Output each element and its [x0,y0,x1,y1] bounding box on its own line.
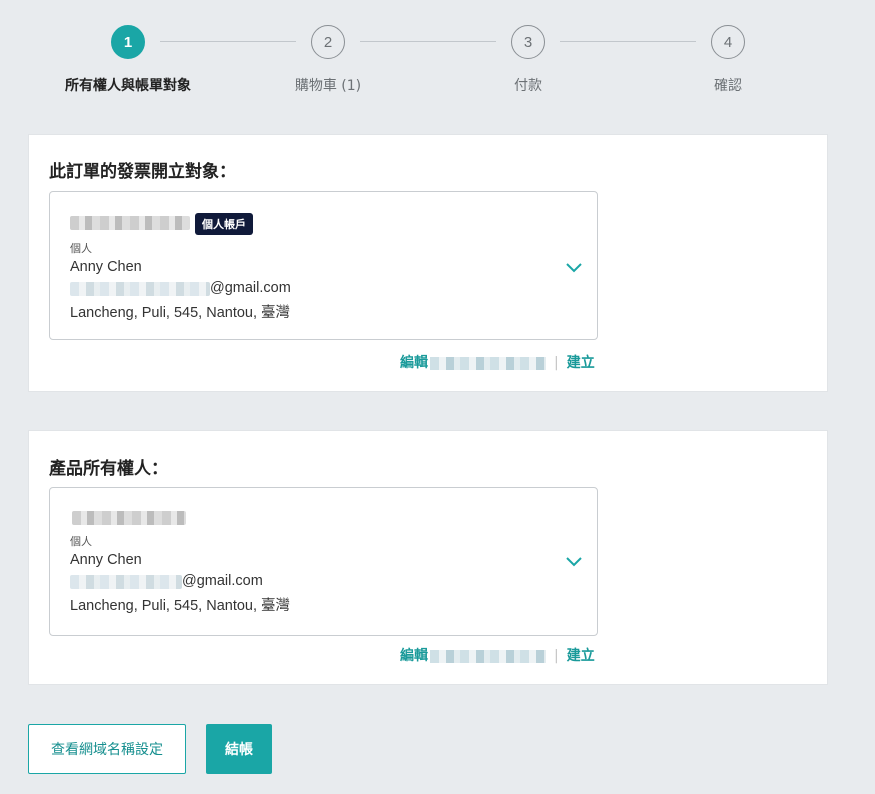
redacted-link-text [430,649,546,663]
link-separator: | [554,648,559,664]
step-3-circle: 3 [511,25,545,59]
step-2-circle: 2 [311,25,345,59]
step-connector [360,41,496,42]
create-owner-link[interactable]: 建立 [567,648,595,664]
contact-address: Lancheng, Puli, 545, Nantou, 臺灣 [70,598,291,614]
step-connector [160,41,296,42]
step-2-label: 購物車 (1) [294,78,362,94]
chevron-down-icon[interactable] [565,555,583,567]
billing-card: 此訂單的發票開立對象： 個人帳戶 個人 Anny Chen @gmail.com… [28,134,828,392]
redacted-email [70,282,210,296]
link-separator: | [554,355,559,371]
step-1-circle: 1 [111,25,145,59]
redacted-contact-name [72,511,186,525]
edit-billing-link[interactable]: 編輯 [400,355,428,371]
redacted-link-text [430,356,546,370]
contact-name: Anny Chen [70,259,142,275]
step-4-label: 確認 [714,78,742,94]
billing-links: 編輯 | 建立 [400,352,595,372]
step-3-label: 付款 [514,78,542,94]
checkout-button[interactable]: 結帳 [206,724,272,774]
redacted-email [70,575,182,589]
personal-account-badge: 個人帳戶 [195,213,253,235]
view-domain-settings-button[interactable]: 查看網域名稱設定 [28,724,186,774]
step-1-label: 所有權人與帳單對象 [65,78,191,94]
owner-links: 編輯 | 建立 [400,645,595,665]
contact-address: Lancheng, Puli, 545, Nantou, 臺灣 [70,305,291,321]
owner-card: 產品所有權人： 個人 Anny Chen @gmail.com Lancheng… [28,430,828,685]
contact-type: 個人 [70,242,92,255]
contact-email-domain: @gmail.com [210,280,291,296]
owner-title: 產品所有權人： [49,459,168,479]
contact-type: 個人 [70,535,92,548]
redacted-contact-name [70,216,190,230]
chevron-down-icon[interactable] [565,261,583,273]
contact-email-domain: @gmail.com [182,573,263,589]
step-4-circle: 4 [711,25,745,59]
billing-title: 此訂單的發票開立對象： [49,162,236,182]
edit-owner-link[interactable]: 編輯 [400,648,428,664]
checkout-stepper: 1 2 3 4 所有權人與帳單對象 購物車 (1) 付款 確認 [0,0,875,110]
owner-contact-select[interactable]: 個人 Anny Chen @gmail.com Lancheng, Puli, … [49,487,598,636]
step-connector [560,41,696,42]
create-billing-link[interactable]: 建立 [567,355,595,371]
contact-name: Anny Chen [70,552,142,568]
billing-contact-select[interactable]: 個人帳戶 個人 Anny Chen @gmail.com Lancheng, P… [49,191,598,340]
